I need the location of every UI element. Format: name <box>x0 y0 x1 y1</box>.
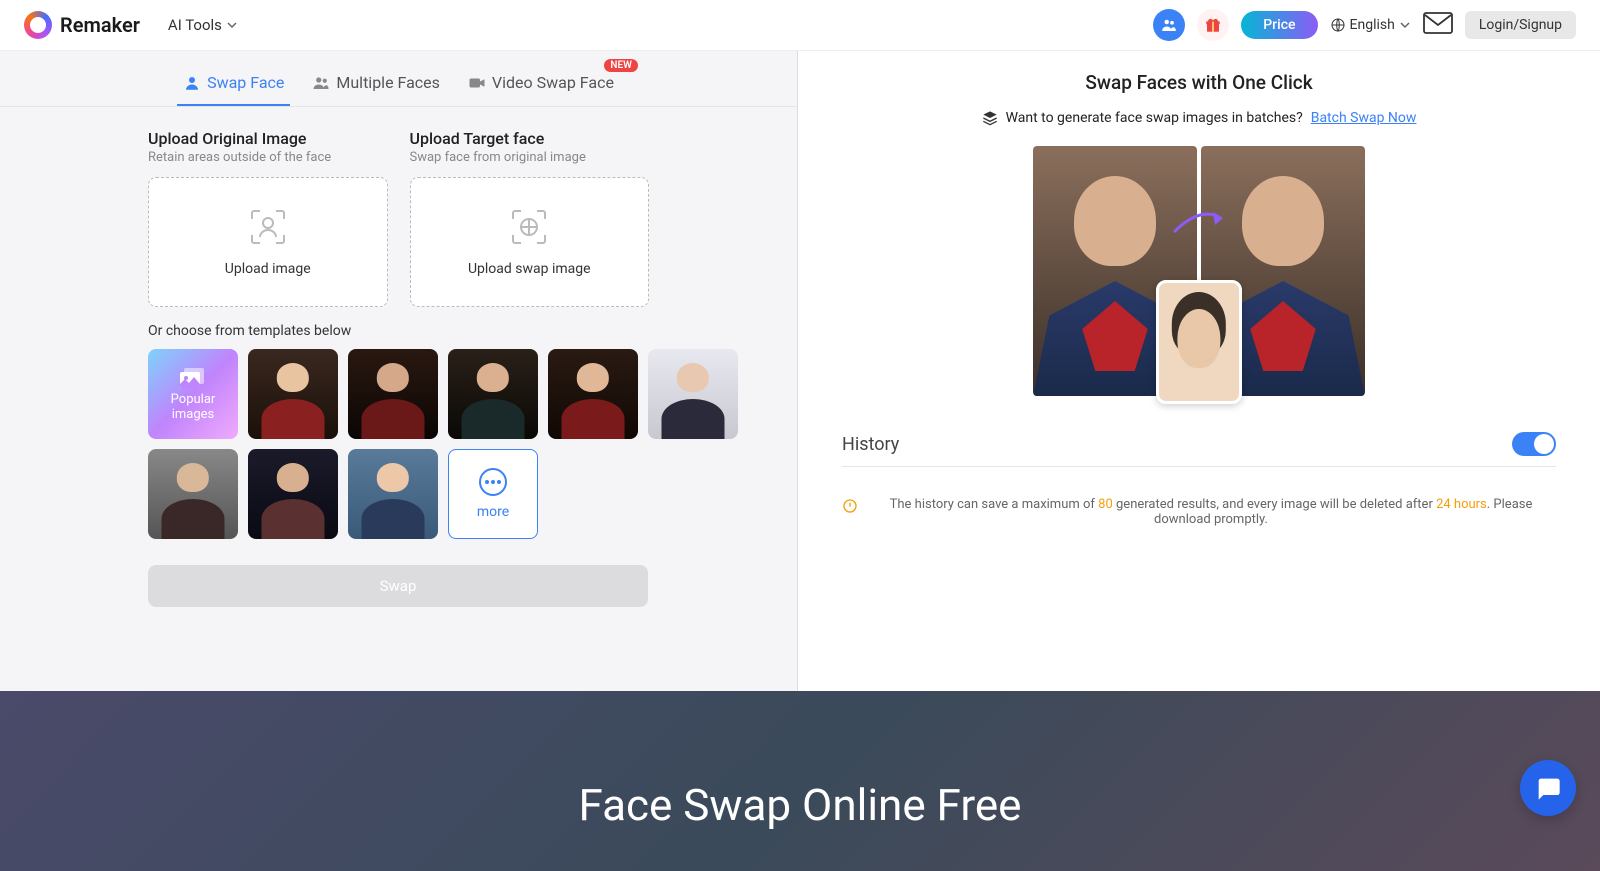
tab-video-swap[interactable]: Video Swap Face NEW <box>462 65 620 106</box>
ai-tools-dropdown[interactable]: AI Tools <box>168 16 238 34</box>
templates-grid: Popular images more <box>148 349 649 539</box>
upload-original-title: Upload Original Image <box>148 129 388 148</box>
tab-multiple-faces[interactable]: Multiple Faces <box>306 65 446 106</box>
right-title: Swap Faces with One Click <box>842 71 1556 94</box>
tab-swap-face[interactable]: Swap Face <box>177 65 290 106</box>
template-item[interactable] <box>648 349 738 439</box>
swap-button[interactable]: Swap <box>148 565 648 607</box>
more-label: more <box>477 504 509 520</box>
tab-label: Multiple Faces <box>336 73 440 92</box>
template-popular[interactable]: Popular images <box>148 349 238 439</box>
gift-icon[interactable] <box>1197 9 1229 41</box>
header-right: Price English Login/Signup <box>1153 9 1576 41</box>
new-badge: NEW <box>604 59 638 72</box>
main: Swap Face Multiple Faces Video Swap Face… <box>0 51 1600 691</box>
upload-row: Upload Original Image Retain areas outsi… <box>148 129 649 307</box>
right-panel: Swap Faces with One Click Want to genera… <box>798 51 1600 691</box>
template-item[interactable] <box>548 349 638 439</box>
warning-icon <box>842 498 858 514</box>
template-item[interactable] <box>148 449 238 539</box>
upload-original-box[interactable]: Upload image <box>148 177 388 307</box>
price-button[interactable]: Price <box>1241 11 1317 39</box>
person-icon <box>183 74 201 92</box>
history-row: History <box>842 432 1556 467</box>
logo[interactable]: Remaker <box>24 11 140 39</box>
logo-icon <box>24 11 52 39</box>
face-target-icon <box>509 207 549 247</box>
upload-target-box[interactable]: Upload swap image <box>410 177 650 307</box>
upload-target-text: Upload swap image <box>468 261 591 277</box>
video-icon <box>468 74 486 92</box>
language-label: English <box>1350 17 1395 33</box>
images-icon <box>178 366 208 392</box>
preview-face-insert <box>1156 280 1242 404</box>
template-item[interactable] <box>348 349 438 439</box>
template-item[interactable] <box>448 349 538 439</box>
mail-icon[interactable] <box>1423 12 1453 38</box>
tabs: Swap Face Multiple Faces Video Swap Face… <box>0 51 797 107</box>
batch-row: Want to generate face swap images in bat… <box>842 110 1556 126</box>
header: Remaker AI Tools Price English Login/Sig… <box>0 0 1600 51</box>
tab-label: Swap Face <box>207 73 284 92</box>
ai-tools-label: AI Tools <box>168 16 222 34</box>
upload-original-subtitle: Retain areas outside of the face <box>148 150 388 165</box>
batch-swap-link[interactable]: Batch Swap Now <box>1311 110 1417 126</box>
chat-icon <box>1534 774 1562 802</box>
face-scan-icon <box>248 207 288 247</box>
template-item[interactable] <box>348 449 438 539</box>
left-panel: Swap Face Multiple Faces Video Swap Face… <box>0 51 798 691</box>
upload-target-title: Upload Target face <box>410 129 650 148</box>
header-left: Remaker AI Tools <box>24 11 238 39</box>
history-toggle[interactable] <box>1512 432 1556 456</box>
hero-section: Face Swap Online Free <box>0 691 1600 871</box>
swap-arrow-icon <box>1169 202 1229 242</box>
layers-icon <box>982 110 998 126</box>
content-area: Upload Original Image Retain areas outsi… <box>0 107 797 629</box>
template-item[interactable] <box>248 449 338 539</box>
upload-original-text: Upload image <box>225 261 311 277</box>
upload-target-col: Upload Target face Swap face from origin… <box>410 129 650 307</box>
preview-area <box>842 146 1556 396</box>
chevron-down-icon <box>226 19 238 31</box>
language-selector[interactable]: English <box>1330 17 1411 33</box>
upload-original-col: Upload Original Image Retain areas outsi… <box>148 129 388 307</box>
tab-label: Video Swap Face <box>492 73 614 92</box>
history-note: The history can save a maximum of 80 gen… <box>842 497 1556 527</box>
batch-question: Want to generate face swap images in bat… <box>1006 110 1303 126</box>
globe-icon <box>1330 17 1346 33</box>
upload-target-subtitle: Swap face from original image <box>410 150 650 165</box>
login-button[interactable]: Login/Signup <box>1465 11 1576 39</box>
chevron-down-icon <box>1399 19 1411 31</box>
popular-label: Popular images <box>148 392 238 422</box>
template-more[interactable]: more <box>448 449 538 539</box>
history-note-text: The history can save a maximum of 80 gen… <box>866 497 1556 527</box>
community-icon[interactable] <box>1153 9 1185 41</box>
more-dots-icon <box>479 468 507 496</box>
brand-name: Remaker <box>60 13 140 37</box>
history-label: History <box>842 434 899 455</box>
people-icon <box>312 74 330 92</box>
templates-label: Or choose from templates below <box>148 323 649 339</box>
chat-fab[interactable] <box>1520 760 1576 816</box>
hero-title: Face Swap Online Free <box>0 779 1600 831</box>
template-item[interactable] <box>248 349 338 439</box>
